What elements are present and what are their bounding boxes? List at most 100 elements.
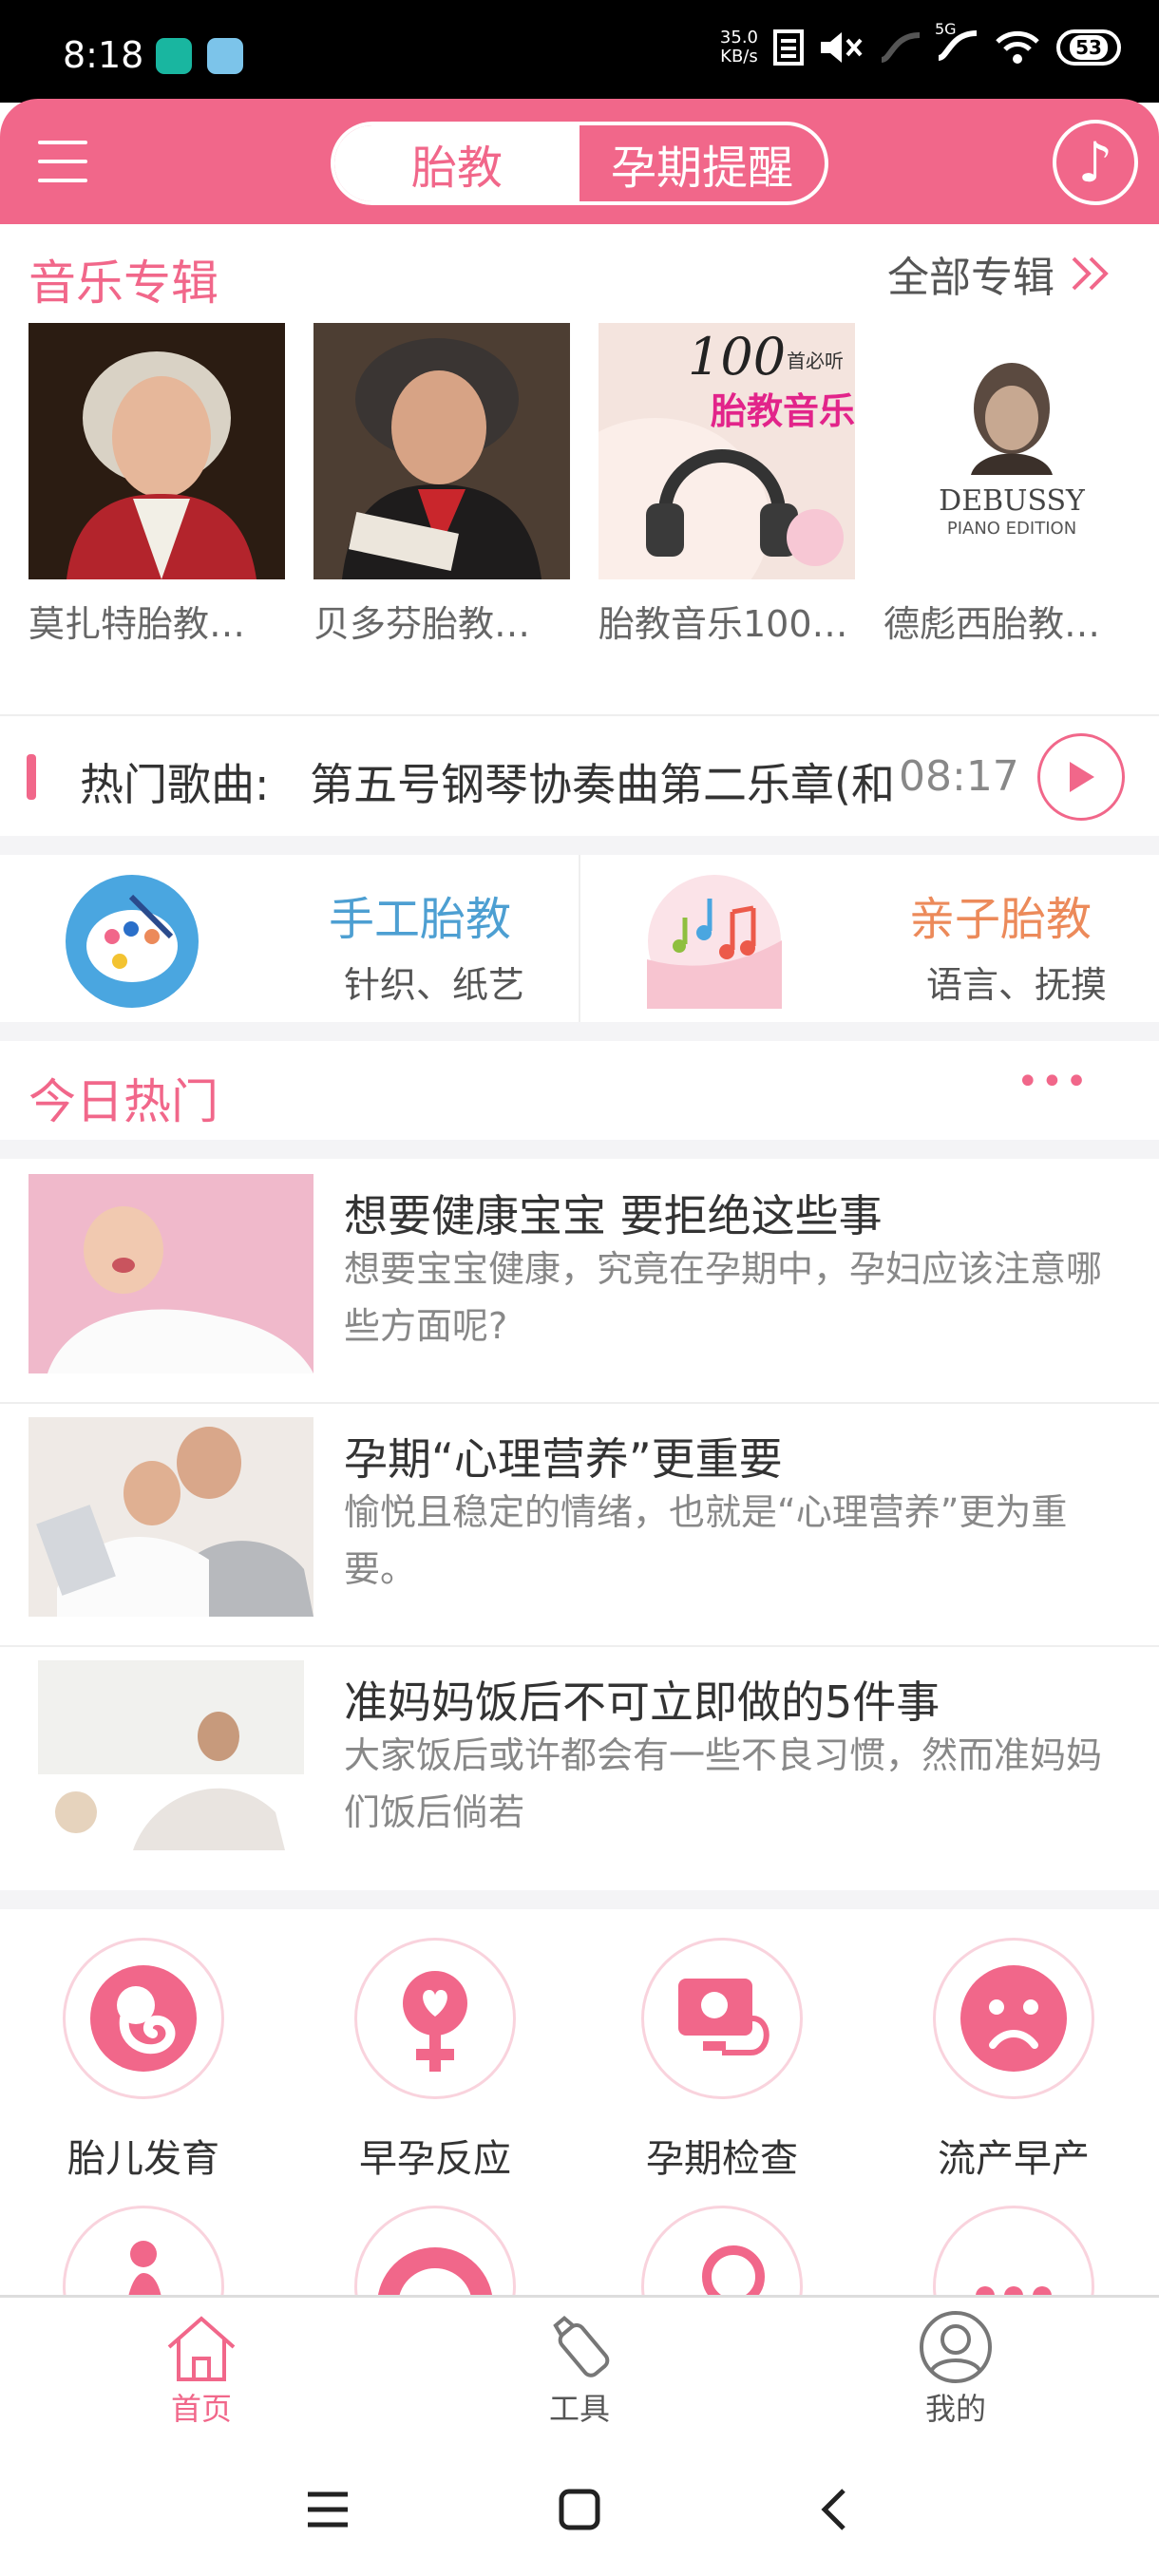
section-divider xyxy=(0,1140,1159,1159)
album-100-number: 100 xyxy=(688,327,787,387)
feature-handcraft-title: 手工胎教 xyxy=(329,893,512,946)
debussy-cover-title: DEBUSSY xyxy=(939,484,1085,518)
music-notes-icon xyxy=(647,875,782,1009)
net-speed-value: 35.0 xyxy=(719,28,758,47)
palette-icon xyxy=(66,875,199,1008)
play-button[interactable] xyxy=(1037,733,1125,821)
chat-app-icon xyxy=(156,38,192,74)
menu-button[interactable] xyxy=(28,127,97,196)
all-albums-label: 全部专辑 xyxy=(887,254,1054,302)
all-albums-link[interactable]: 全部专辑 xyxy=(887,243,1113,304)
mother-photo xyxy=(38,1660,304,1860)
tab-taijiao[interactable]: 胎教 xyxy=(334,125,580,201)
sad-face-icon xyxy=(933,1938,1094,2099)
article-image-mother xyxy=(38,1660,304,1860)
debussy-portrait xyxy=(884,323,1140,579)
tab-reminder[interactable]: 孕期提醒 xyxy=(580,125,825,201)
albums-title: 音乐专辑 xyxy=(28,256,218,311)
menu-icon-line xyxy=(38,160,87,163)
ultrasound-glyph xyxy=(678,1979,770,2055)
mode-switch: 胎教 孕期提醒 xyxy=(331,122,828,205)
bottom-nav: 首页 工具 我的 xyxy=(0,2295,1159,2441)
feature-handcraft-subtitle: 针织、纸艺 xyxy=(344,964,525,1006)
album-cover-mozart[interactable] xyxy=(28,323,285,579)
baby-bottle-icon xyxy=(553,2316,610,2377)
article-title: 孕期“心理营养”更重要 xyxy=(344,1433,783,1485)
album-caption: 贝多芬胎教… xyxy=(314,603,531,645)
bird-app-icon xyxy=(207,38,243,74)
article-summary: 想要宝宝健康，究竟在孕期中，孕妇应该注意哪些方面呢? xyxy=(344,1248,1103,1347)
album-caption: 德彪西胎教… xyxy=(884,603,1101,645)
beethoven-portrait xyxy=(314,323,570,579)
double-chevron-right-icon xyxy=(1072,256,1109,291)
section-divider xyxy=(0,1022,1159,1041)
article-image-baby xyxy=(28,1174,314,1373)
net-speed: 35.0 KB/s xyxy=(720,28,758,66)
baby-photo xyxy=(28,1174,314,1373)
menu-icon-line xyxy=(38,179,87,182)
signal-5g: 5G xyxy=(935,20,978,66)
nav-tools-label: 工具 xyxy=(548,2391,610,2427)
hot-song-title: 第五号钢琴协奏曲第二乐章(和 xyxy=(310,759,895,807)
album-caption: 胎教音乐100… xyxy=(598,603,848,645)
signal-1-icon xyxy=(881,32,921,63)
article-title: 想要健康宝宝 要拒绝这些事 xyxy=(344,1190,883,1241)
album-caption: 莫扎特胎教… xyxy=(28,603,246,645)
female-heart-glyph xyxy=(403,1971,467,2072)
play-icon xyxy=(1070,762,1094,792)
article-title: 准妈妈饭后不可立即做的5件事 xyxy=(344,1676,940,1728)
status-bar: 8:18 35.0 KB/s 5G 53 xyxy=(0,0,1159,103)
feature-handcraft[interactable]: 手工胎教 针织、纸艺 xyxy=(0,855,580,1022)
network-type: 5G xyxy=(935,20,957,38)
article-separator xyxy=(0,1402,1159,1404)
nav-mine[interactable]: 我的 xyxy=(880,2303,1032,2436)
mozart-portrait xyxy=(28,323,285,579)
music-note-icon[interactable]: ♪ xyxy=(1053,120,1138,205)
user-icon xyxy=(920,2311,992,2383)
album-cover-100-songs[interactable]: 100 首必听 胎教音乐 xyxy=(598,323,855,579)
album-100-main-text: 胎教音乐 xyxy=(711,390,855,432)
nav-tools[interactable]: 工具 xyxy=(504,2303,656,2436)
back-icon[interactable] xyxy=(819,2487,847,2532)
sad-face-glyph xyxy=(960,1965,1067,2072)
nav-home-label: 首页 xyxy=(170,2391,232,2427)
feature-parent-child-title: 亲子胎教 xyxy=(909,893,1092,946)
album-cover-beethoven[interactable] xyxy=(314,323,570,579)
app-header: 胎教 孕期提醒 ♪ xyxy=(0,99,1159,224)
debussy-cover-subtitle: PIANO EDITION xyxy=(946,519,1077,539)
battery-level: 53 xyxy=(1070,35,1108,60)
mute-icon xyxy=(821,32,863,63)
feature-parent-child[interactable]: 亲子胎教 语言、抚摸 xyxy=(580,855,1159,1022)
hot-song-marker xyxy=(27,754,36,800)
article-separator xyxy=(0,1645,1159,1647)
home-icon xyxy=(167,2316,236,2381)
hot-song-duration: 08:17 xyxy=(899,752,1019,801)
category-label: 胎儿发育 xyxy=(67,2137,219,2181)
article-summary: 愉悦且稳定的情绪，也就是“心理营养”更为重要。 xyxy=(344,1491,1068,1590)
today-hot-title: 今日热门 xyxy=(28,1074,218,1129)
battery-icon: 53 xyxy=(1056,29,1121,66)
fetus-glyph xyxy=(90,1965,197,2072)
fetus-icon xyxy=(63,1938,224,2099)
hot-song-bar[interactable]: 热门歌曲: 第五号钢琴协奏曲第二乐章(和 08:17 xyxy=(0,714,1159,834)
ultrasound-icon xyxy=(641,1938,803,2099)
album-cover-debussy[interactable]: DEBUSSY PIANO EDITION xyxy=(884,323,1140,579)
more-dots-icon[interactable]: ••• xyxy=(1016,1060,1090,1104)
status-time: 8:18 xyxy=(63,34,144,76)
category-label: 孕期检查 xyxy=(646,2137,798,2181)
category-label: 早孕反应 xyxy=(359,2137,511,2181)
system-nav-bar xyxy=(0,2441,1159,2576)
section-divider xyxy=(0,836,1159,855)
net-speed-unit: KB/s xyxy=(720,47,758,66)
home-button-icon[interactable] xyxy=(559,2489,600,2530)
recent-apps-icon[interactable] xyxy=(306,2491,350,2529)
menu-icon xyxy=(38,141,87,144)
article-summary: 大家饭后或许都会有一些不良习惯，然而准妈妈们饭后倘若 xyxy=(344,1734,1103,1833)
hot-song-label: 热门歌曲: xyxy=(80,759,270,810)
couple-photo xyxy=(28,1417,314,1617)
album-100-small-text: 首必听 xyxy=(787,350,844,372)
wifi-icon xyxy=(996,30,1039,64)
feature-parent-child-subtitle: 语言、抚摸 xyxy=(926,964,1108,1006)
female-heart-icon xyxy=(354,1938,516,2099)
category-label: 流产早产 xyxy=(938,2137,1090,2181)
